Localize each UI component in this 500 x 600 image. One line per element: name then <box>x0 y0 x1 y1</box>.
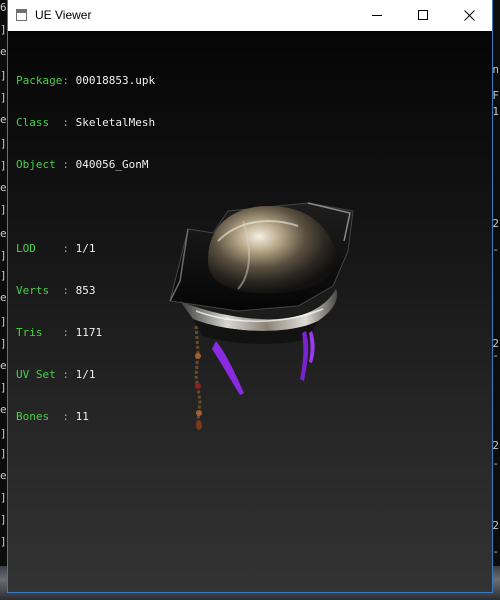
3d-viewport[interactable]: Package: 00018853.upk Class : SkeletalMe… <box>8 31 492 592</box>
tris-label: Tris : <box>16 326 76 339</box>
minimize-button[interactable] <box>354 0 400 31</box>
minimize-icon <box>372 15 382 16</box>
bones-value: 11 <box>75 410 89 423</box>
tris-row: Tris : 1171 <box>16 326 155 340</box>
close-button[interactable] <box>446 0 492 31</box>
desktop-screen: 6] e]] e]] e] e]] e]] e] e]] e]]] nF12-2-2-2- UE… <box>0 0 500 600</box>
uvset-row: UV Set : 1/1 <box>16 368 155 382</box>
tris-value: 1171 <box>75 326 103 339</box>
bones-row: Bones : 11 <box>16 410 155 424</box>
mesh-info-overlay: Package: 00018853.upk Class : SkeletalMe… <box>16 46 155 452</box>
app-window-icon <box>16 9 27 21</box>
uvset-label: UV Set : <box>16 368 76 381</box>
package-label: Package: <box>16 74 76 87</box>
object-label: Object : <box>16 158 76 171</box>
class-row: Class : SkeletalMesh <box>16 116 155 130</box>
lod-row: LOD : 1/1 <box>16 242 155 256</box>
uvset-value: 1/1 <box>75 368 96 381</box>
background-console-right: nF12-2-2-2- <box>491 0 500 600</box>
lod-label: LOD : <box>16 242 76 255</box>
verts-row: Verts : 853 <box>16 284 155 298</box>
bones-label: Bones : <box>16 410 76 423</box>
package-row: Package: 00018853.upk <box>16 74 155 88</box>
title-bar[interactable]: UE Viewer <box>8 0 492 31</box>
lod-value: 1/1 <box>75 242 96 255</box>
skeletal-mesh-hat-render <box>169 202 354 430</box>
window-title: UE Viewer <box>35 8 92 22</box>
class-label: Class : <box>16 116 76 129</box>
verts-label: Verts : <box>16 284 76 297</box>
object-row: Object : 040056_GonM <box>16 158 155 172</box>
maximize-button[interactable] <box>400 0 446 31</box>
class-value: SkeletalMesh <box>75 116 156 129</box>
verts-value: 853 <box>75 284 96 297</box>
package-value: 00018853.upk <box>75 74 156 87</box>
object-value: 040056_GonM <box>75 158 149 171</box>
maximize-icon <box>418 10 428 20</box>
close-icon <box>464 10 475 21</box>
ue-viewer-window[interactable]: UE Viewer Package: 00018853.upk Class : … <box>8 0 492 592</box>
